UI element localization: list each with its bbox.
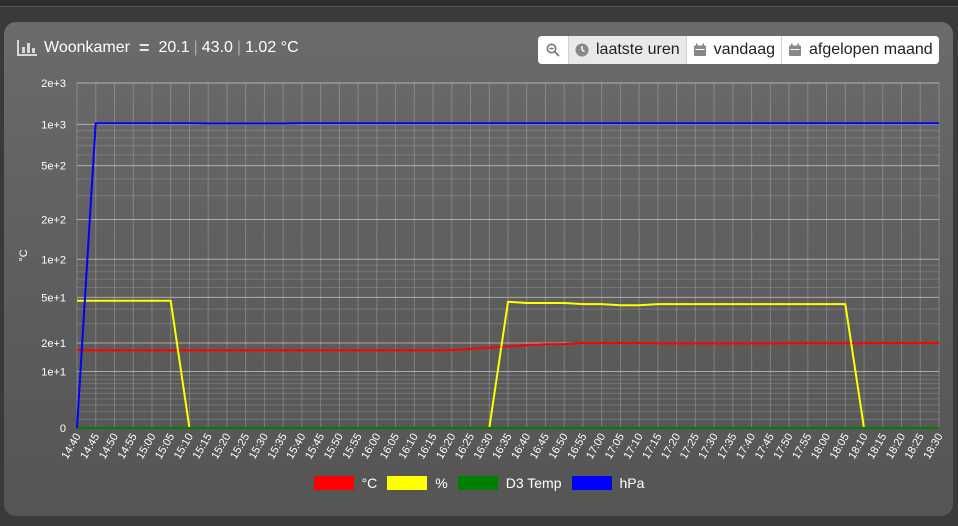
chart-legend: °C % D3 Temp hPa — [0, 472, 958, 494]
legend-label: D3 Temp — [505, 475, 562, 491]
y-tick-label: 2e+1 — [41, 338, 66, 350]
legend-swatch — [387, 476, 428, 490]
legend-swatch — [313, 476, 354, 490]
chart-area: 01e+12e+15e+11e+22e+25e+21e+32e+3°C14:40… — [18, 78, 946, 462]
legend-item-d3-temp[interactable]: D3 Temp — [457, 475, 562, 491]
y-tick-label: 1e+3 — [41, 119, 66, 131]
legend-item-celsius[interactable]: °C — [313, 475, 378, 491]
y-tick-label: 1e+2 — [41, 254, 66, 266]
x-tick-label: 18:30 — [921, 432, 945, 462]
y-tick-label: 5e+1 — [41, 292, 66, 304]
y-axis-label: °C — [18, 249, 30, 261]
y-tick-label: 0 — [60, 423, 66, 435]
legend-item-hpa[interactable]: hPa — [571, 475, 645, 491]
y-tick-label: 5e+2 — [41, 161, 66, 173]
legend-item-percent[interactable]: % — [387, 475, 448, 491]
y-tick-label: 2e+3 — [41, 78, 66, 90]
y-tick-label: 1e+1 — [41, 367, 66, 379]
legend-label: °C — [361, 475, 378, 491]
legend-label: hPa — [619, 475, 645, 491]
legend-swatch — [571, 476, 612, 490]
legend-label: % — [435, 475, 448, 491]
y-tick-label: 2e+2 — [41, 215, 66, 227]
legend-swatch — [457, 476, 498, 490]
